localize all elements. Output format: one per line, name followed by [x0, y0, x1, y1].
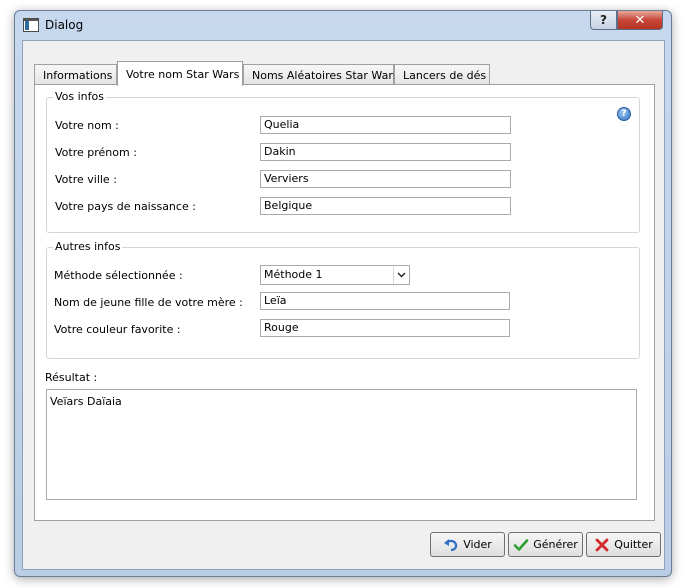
- help-icon[interactable]: ?: [617, 107, 631, 121]
- close-icon: ✕: [634, 12, 646, 28]
- tab-label: Votre nom Star Wars: [126, 67, 240, 81]
- group-title: Vos infos: [53, 90, 106, 103]
- method-select-value: Méthode 1: [264, 268, 323, 281]
- tab-votre-nom-star-wars[interactable]: Votre nom Star Wars: [117, 61, 243, 86]
- quit-button-label: Quitter: [614, 538, 653, 551]
- window-title: Dialog: [45, 18, 84, 32]
- quit-button[interactable]: Quitter: [586, 532, 661, 557]
- prenom-input[interactable]: Dakin: [260, 143, 511, 161]
- cross-icon: [594, 537, 610, 553]
- pays-input[interactable]: Belgique: [260, 197, 511, 215]
- clear-button-label: Vider: [463, 538, 492, 551]
- tab-label: Lancers de dés: [403, 68, 487, 82]
- tab-lancers-de-des[interactable]: Lancers de dés: [394, 64, 490, 85]
- field-label: Votre nom :: [55, 119, 119, 132]
- tab-informations[interactable]: Informations: [34, 64, 117, 85]
- check-icon: [513, 537, 529, 553]
- group-title: Autres infos: [53, 240, 123, 253]
- field-label: Votre ville :: [55, 173, 117, 186]
- result-textarea[interactable]: Veïars Daïaia: [46, 389, 637, 500]
- mother-name-input[interactable]: Leïa: [260, 292, 510, 310]
- field-label: Méthode sélectionnée :: [54, 269, 183, 282]
- tab-label: Noms Aléatoires Star Wars: [252, 68, 399, 82]
- dialog-window: Dialog ? ✕ Informations Votre nom Star W…: [14, 10, 672, 577]
- nom-input[interactable]: Quelia: [260, 116, 511, 134]
- generate-button[interactable]: Générer: [508, 532, 583, 557]
- generate-button-label: Générer: [533, 538, 578, 551]
- close-button[interactable]: ✕: [617, 11, 663, 30]
- title-bar[interactable]: Dialog ? ✕: [15, 11, 671, 41]
- dialog-client-area: Informations Votre nom Star Wars Noms Al…: [22, 40, 665, 570]
- help-button[interactable]: ?: [590, 11, 617, 30]
- field-label: Votre couleur favorite :: [54, 323, 181, 336]
- tab-panel: Vos infos ? Votre nom : Quelia Votre pré…: [34, 84, 655, 521]
- undo-icon: [443, 537, 459, 553]
- autres-infos-group: Autres infos Méthode sélectionnée : Méth…: [46, 240, 640, 359]
- app-window-icon: [23, 18, 39, 32]
- field-label: Nom de jeune fille de votre mère :: [54, 296, 243, 309]
- clear-button[interactable]: Vider: [430, 532, 505, 557]
- question-mark-icon: ?: [600, 13, 607, 27]
- tab-label: Informations: [43, 68, 113, 82]
- chevron-down-icon: [393, 266, 409, 284]
- vos-infos-group: Vos infos ? Votre nom : Quelia Votre pré…: [46, 90, 640, 233]
- ville-input[interactable]: Verviers: [260, 170, 511, 188]
- method-select[interactable]: Méthode 1: [260, 265, 410, 285]
- field-label: Votre pays de naissance :: [55, 200, 196, 213]
- favorite-color-input[interactable]: Rouge: [260, 319, 510, 337]
- field-label: Votre prénom :: [55, 146, 137, 159]
- result-label: Résultat :: [45, 371, 98, 384]
- tab-noms-aleatoires[interactable]: Noms Aléatoires Star Wars: [243, 64, 399, 85]
